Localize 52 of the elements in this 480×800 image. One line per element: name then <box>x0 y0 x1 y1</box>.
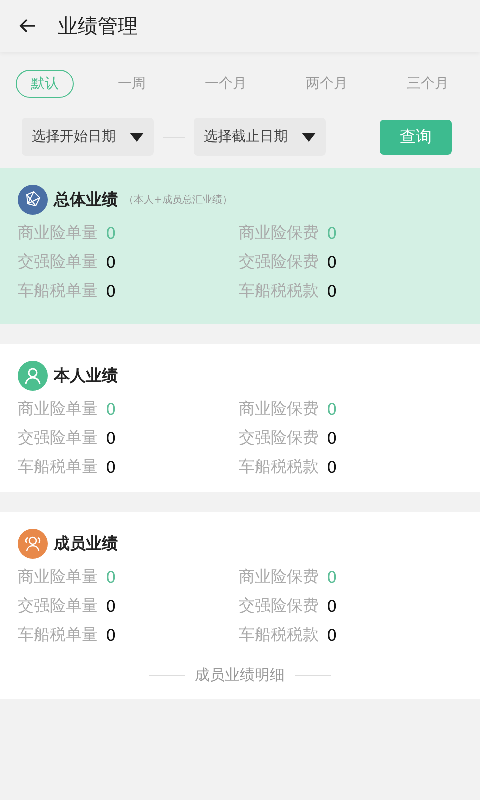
period-tab[interactable]: 两个月 <box>291 70 363 98</box>
stat-value: 0 <box>327 458 338 476</box>
section-title: 成员业绩 <box>54 534 118 554</box>
stat-label: 车船税单量 <box>18 456 98 478</box>
stat-value: 0 <box>327 400 338 418</box>
stat-label: 交强险保费 <box>239 428 319 448</box>
stat-label: 商业险单量 <box>18 566 98 588</box>
stat-value: 0 <box>106 596 116 616</box>
section-title: 总体业绩 <box>54 190 118 210</box>
period-tab[interactable]: 三个月 <box>392 70 464 98</box>
period-tab[interactable]: 默认 <box>16 70 74 98</box>
dropdown-caret-icon <box>130 132 144 142</box>
detail-link[interactable]: 成员业绩明细 <box>195 666 285 685</box>
stat-label: 车船税税款 <box>239 624 319 646</box>
stat-value: 0 <box>106 282 116 300</box>
stat-value: 0 <box>106 568 116 586</box>
stat-label: 商业险保费 <box>239 398 319 420</box>
stat-value: 0 <box>327 568 338 586</box>
stat-value: 0 <box>106 428 116 448</box>
section-subtitle: （本人+成员总汇业绩） <box>124 194 232 207</box>
stat-label: 车船税单量 <box>18 280 98 302</box>
stat-label: 交强险单量 <box>18 252 98 272</box>
period-tab[interactable]: 一个月 <box>190 70 262 98</box>
stat-value: 0 <box>327 224 338 242</box>
stat-label: 商业险保费 <box>239 566 319 588</box>
stat-value: 0 <box>106 458 116 476</box>
period-tab[interactable]: 一周 <box>103 70 161 98</box>
stat-label: 商业险保费 <box>239 222 319 244</box>
page-title: 业绩管理 <box>58 12 138 40</box>
stat-value: 0 <box>106 224 116 242</box>
stat-label: 车船税单量 <box>18 624 98 646</box>
query-button[interactable]: 查询 <box>380 120 452 154</box>
stat-label: 商业险单量 <box>18 398 98 420</box>
stat-label: 交强险保费 <box>239 596 319 616</box>
stat-value: 0 <box>327 428 338 448</box>
stat-label: 交强险单量 <box>18 428 98 448</box>
dropdown-caret-icon <box>302 132 316 142</box>
stat-label: 车船税税款 <box>239 456 319 478</box>
stat-value: 0 <box>106 400 116 418</box>
stat-label: 车船税税款 <box>239 280 319 302</box>
stat-value: 0 <box>106 252 116 272</box>
section-title: 本人业绩 <box>54 366 118 386</box>
stat-value: 0 <box>327 626 338 644</box>
stat-label: 交强险保费 <box>239 252 319 272</box>
start-date-dropdown[interactable]: 选择开始日期 <box>22 118 154 156</box>
stat-value: 0 <box>327 596 338 616</box>
stat-value: 0 <box>106 626 116 644</box>
stat-label: 商业险单量 <box>18 222 98 244</box>
stat-value: 0 <box>327 282 338 300</box>
stat-value: 0 <box>327 252 338 272</box>
stat-label: 交强险单量 <box>18 596 98 616</box>
end-date-dropdown[interactable]: 选择截止日期 <box>194 118 326 156</box>
